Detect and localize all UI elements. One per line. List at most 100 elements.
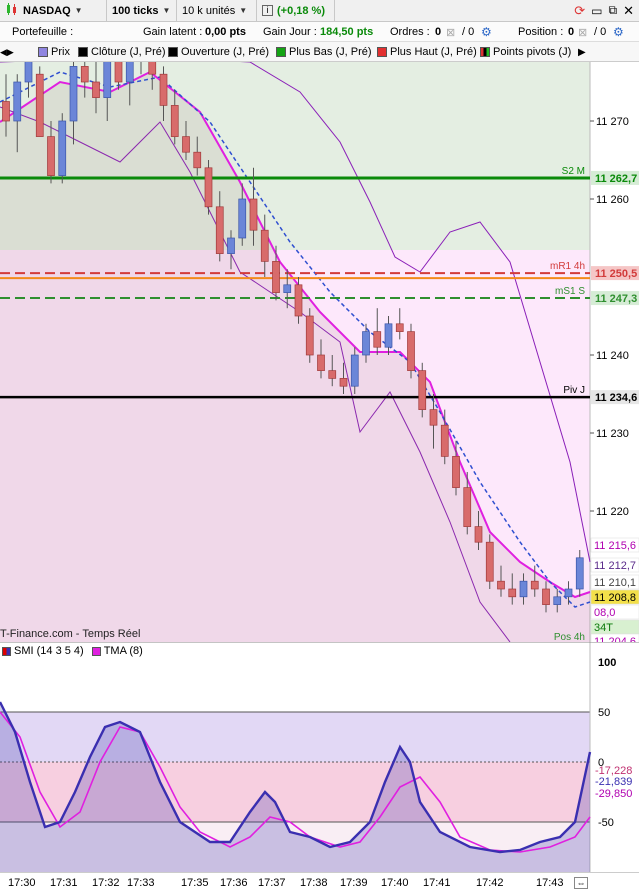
chevron-down-icon: ▼ [74, 6, 83, 15]
legend-item-tma[interactable]: TMA (8) [91, 645, 143, 657]
minimize-icon[interactable]: ▭ [591, 4, 602, 18]
legend-item-close[interactable]: Clôture (J, Pré) [78, 45, 166, 59]
bearish-candle [170, 105, 179, 137]
bullish-candle [564, 588, 573, 598]
position-value: 0 [568, 26, 575, 38]
smi-oscillator-chart[interactable]: 100500-50-17,228-21,839-29,850 [0, 642, 639, 872]
price-tick-label: 11 240 [596, 350, 629, 362]
bearish-candle [260, 229, 269, 262]
bullish-candle [238, 198, 247, 239]
candlestick-icon [5, 2, 19, 19]
bearish-candle [373, 331, 382, 348]
bearish-candle [148, 62, 157, 75]
level-price-text: 11 250,5 [595, 268, 637, 280]
refresh-icon[interactable]: ⟳ [574, 3, 585, 19]
bullish-candle [350, 354, 359, 387]
indicator-legend: ◀▶ Prix Clôture (J, Pré) Ouverture (J, P… [0, 42, 639, 62]
bearish-candle [294, 284, 303, 317]
bearish-candle [305, 315, 314, 356]
bullish-candle [362, 331, 370, 356]
legend-item-smi[interactable]: SMI (14 3 5 4) [2, 645, 84, 657]
legend-item-price[interactable]: Prix [38, 45, 70, 59]
orders-settings-icon[interactable]: ⚙ [481, 26, 495, 38]
legend-item-low[interactable]: Plus Bas (J, Pré) [276, 45, 372, 59]
chevron-down-icon: ▼ [239, 6, 248, 15]
bearish-candle [395, 323, 404, 332]
unrealized-value: 0,00 pts [205, 26, 246, 38]
zoom-fit-icon[interactable]: ⇔ [574, 877, 588, 889]
level-price-text: 11 234,6 [595, 392, 637, 404]
bearish-candle [2, 101, 10, 122]
change-value: (+0,18 %) [277, 4, 325, 17]
level-price-text: 11 247,3 [595, 293, 637, 305]
bearish-candle [317, 354, 325, 371]
price-tick-label: 11 260 [596, 194, 629, 206]
bullish-candle [384, 323, 393, 348]
level-price-text: 11 262,7 [595, 173, 637, 185]
time-tick-label: 17:33 [127, 877, 155, 889]
legend-item-high[interactable]: Plus Haut (J, Pré) [377, 45, 477, 59]
bullish-candle [283, 284, 292, 293]
osc-axis-label: 100 [598, 657, 616, 669]
window-controls: ⟳ ▭ ⧉ ✕ [569, 0, 639, 22]
bearish-candle [463, 487, 472, 527]
position-settings-icon[interactable]: ⚙ [613, 26, 627, 38]
level-label-s2m: S2 M [562, 166, 585, 177]
time-tick-label: 17:36 [220, 877, 248, 889]
legend-scroll-right[interactable]: ▶ [578, 45, 586, 59]
open-swatch [168, 47, 178, 57]
bearish-candle [272, 261, 280, 293]
time-axis: 17:30 17:31 17:32 17:33 17:35 17:36 17:37 17:38… [0, 872, 639, 892]
instrument-name: NASDAQ [23, 4, 71, 17]
bearish-candle [542, 588, 550, 605]
osc-value-tag: -21,839 [595, 776, 632, 788]
bullish-candle [125, 62, 134, 83]
bullish-candle [227, 237, 235, 254]
bearish-candle [159, 73, 168, 106]
axis-value-text: 08,0 [594, 607, 615, 619]
bullish-candle [553, 596, 562, 605]
restore-icon[interactable]: ⧉ [609, 3, 618, 18]
legend-label: Points pivots (J) [493, 46, 572, 58]
legend-item-pivots[interactable]: Points pivots (J) [480, 45, 571, 59]
bullish-candle [103, 62, 112, 98]
legend-item-open[interactable]: Ouverture (J, Pré) [168, 45, 269, 59]
close-icon[interactable]: ✕ [623, 3, 634, 19]
position-cancel-icon[interactable]: ⊠ [578, 26, 587, 39]
axis-value-text: 11 212,7 [594, 560, 636, 572]
bearish-candle [47, 136, 55, 176]
legend-scroll-left[interactable]: ◀▶ [0, 45, 14, 59]
toolbar: NASDAQ ▼ 100 ticks ▼ 10 k unités ▼ i (+0… [0, 0, 639, 22]
bearish-candle [204, 167, 213, 208]
portfolio-label: Portefeuille : [12, 26, 74, 38]
ticks-selector[interactable]: 100 ticks ▼ [107, 0, 177, 22]
overbought-zone [0, 712, 590, 762]
orders-cancel-icon[interactable]: ⊠ [446, 26, 455, 39]
bearish-candle [474, 526, 483, 543]
bullish-candle [575, 557, 584, 590]
bearish-candle [440, 424, 449, 457]
axis-value-text: 34T [594, 622, 613, 634]
bearish-candle [497, 580, 505, 590]
pivots-swatch [480, 47, 490, 57]
bullish-candle [519, 580, 528, 598]
level-label-pos: Pos 4h [554, 632, 585, 642]
price-swatch [38, 47, 48, 57]
info-icon[interactable]: i [262, 5, 273, 16]
time-tick-label: 17:30 [8, 877, 36, 889]
chevron-down-icon: ▼ [162, 6, 171, 15]
legend-label: Prix [51, 46, 70, 58]
time-tick-label: 17:39 [340, 877, 368, 889]
price-chart[interactable]: S2 M mR1 4h mS1 S Piv J Pos 4h 11 270 11 260 11… [0, 62, 639, 642]
bearish-candle [80, 66, 89, 83]
price-tick-label: 11 270 [596, 116, 629, 128]
osc-value-tag: -29,850 [595, 788, 632, 800]
units-selector[interactable]: 10 k unités ▼ [177, 0, 257, 22]
bearish-candle [35, 73, 44, 137]
bearish-candle [407, 331, 415, 371]
time-tick-label: 17:42 [476, 877, 504, 889]
time-tick-label: 17:43 [536, 877, 564, 889]
bearish-candle [249, 198, 258, 231]
instrument-selector[interactable]: NASDAQ ▼ [0, 0, 107, 22]
position-count: / 0 [594, 26, 607, 38]
